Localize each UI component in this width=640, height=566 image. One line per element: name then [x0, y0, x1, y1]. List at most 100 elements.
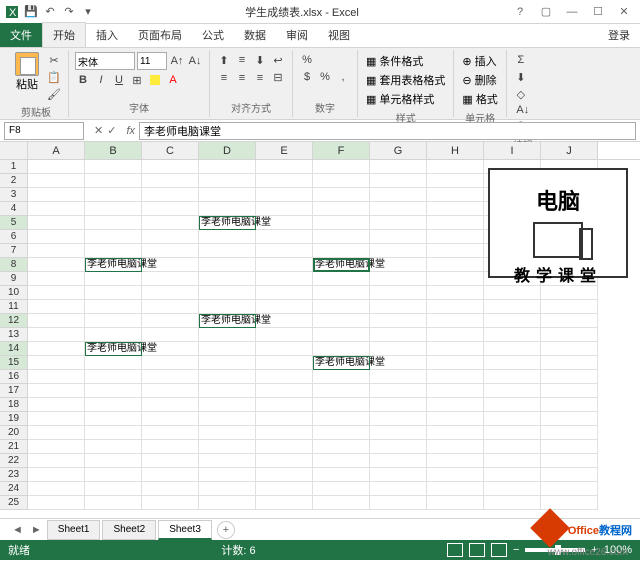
cell-D19[interactable]: [199, 412, 256, 426]
cell-I22[interactable]: [484, 454, 541, 468]
cell-C16[interactable]: [142, 370, 199, 384]
sheet-tab-Sheet3[interactable]: Sheet3: [158, 520, 212, 540]
tab-file[interactable]: 文件: [0, 23, 42, 47]
cell-F17[interactable]: [313, 384, 370, 398]
cell-D24[interactable]: [199, 482, 256, 496]
format-painter-icon[interactable]: 🖌: [46, 86, 62, 102]
cell-I3[interactable]: [484, 188, 541, 202]
maximize-icon[interactable]: ☐: [586, 3, 610, 21]
cell-D22[interactable]: [199, 454, 256, 468]
tab-data[interactable]: 数据: [234, 23, 276, 47]
cell-D6[interactable]: [199, 230, 256, 244]
cell-J23[interactable]: [541, 468, 598, 482]
cell-I19[interactable]: [484, 412, 541, 426]
cell-J11[interactable]: [541, 300, 598, 314]
sheet-tab-Sheet2[interactable]: Sheet2: [102, 520, 156, 540]
sheet-tab-Sheet1[interactable]: Sheet1: [47, 520, 101, 540]
cell-E3[interactable]: [256, 188, 313, 202]
column-header-A[interactable]: A: [28, 142, 85, 159]
cell-E5[interactable]: [256, 216, 313, 230]
cell-G12[interactable]: [370, 314, 427, 328]
tab-home[interactable]: 开始: [42, 22, 86, 47]
cell-C4[interactable]: [142, 202, 199, 216]
cell-A23[interactable]: [28, 468, 85, 482]
cell-I4[interactable]: [484, 202, 541, 216]
cell-H8[interactable]: [427, 258, 484, 272]
cell-F3[interactable]: [313, 188, 370, 202]
cell-J21[interactable]: [541, 440, 598, 454]
column-header-D[interactable]: D: [199, 142, 256, 159]
cell-F9[interactable]: [313, 272, 370, 286]
cell-B22[interactable]: [85, 454, 142, 468]
fill-color-button[interactable]: [147, 72, 163, 88]
cell-A3[interactable]: [28, 188, 85, 202]
cell-J18[interactable]: [541, 398, 598, 412]
tab-view[interactable]: 视图: [318, 23, 360, 47]
cell-F8[interactable]: 李老师电脑课堂: [313, 258, 370, 272]
cell-H12[interactable]: [427, 314, 484, 328]
cell-J17[interactable]: [541, 384, 598, 398]
ribbon-options-icon[interactable]: ▢: [534, 3, 558, 21]
row-header-13[interactable]: 13: [0, 328, 28, 342]
cell-J1[interactable]: [541, 160, 598, 174]
cell-A25[interactable]: [28, 496, 85, 510]
cell-D23[interactable]: [199, 468, 256, 482]
cell-E12[interactable]: [256, 314, 313, 328]
row-header-19[interactable]: 19: [0, 412, 28, 426]
align-left-icon[interactable]: ≡: [216, 70, 232, 86]
row-header-1[interactable]: 1: [0, 160, 28, 174]
row-header-9[interactable]: 9: [0, 272, 28, 286]
align-middle-icon[interactable]: ≡: [234, 52, 250, 68]
cell-H16[interactable]: [427, 370, 484, 384]
cell-D4[interactable]: [199, 202, 256, 216]
cell-G6[interactable]: [370, 230, 427, 244]
cell-F23[interactable]: [313, 468, 370, 482]
cell-B17[interactable]: [85, 384, 142, 398]
cell-J3[interactable]: [541, 188, 598, 202]
cell-I13[interactable]: [484, 328, 541, 342]
merge-icon[interactable]: ⊟: [270, 69, 286, 85]
cell-B18[interactable]: [85, 398, 142, 412]
cell-B9[interactable]: [85, 272, 142, 286]
cell-H7[interactable]: [427, 244, 484, 258]
close-icon[interactable]: ✕: [612, 3, 636, 21]
row-header-23[interactable]: 23: [0, 468, 28, 482]
cell-D16[interactable]: [199, 370, 256, 384]
cell-C1[interactable]: [142, 160, 199, 174]
cell-I23[interactable]: [484, 468, 541, 482]
table-format-button[interactable]: ▦套用表格格式: [364, 71, 447, 89]
sheet-nav-next-icon[interactable]: ►: [27, 524, 46, 536]
font-size-input[interactable]: [137, 52, 167, 70]
row-header-5[interactable]: 5: [0, 216, 28, 230]
cell-E10[interactable]: [256, 286, 313, 300]
cell-G7[interactable]: [370, 244, 427, 258]
cell-G15[interactable]: [370, 356, 427, 370]
cell-F5[interactable]: [313, 216, 370, 230]
cell-A7[interactable]: [28, 244, 85, 258]
cell-E18[interactable]: [256, 398, 313, 412]
zoom-in-button[interactable]: +: [591, 544, 597, 556]
cell-D5[interactable]: 李老师电脑课堂: [199, 216, 256, 230]
cell-C6[interactable]: [142, 230, 199, 244]
border-button[interactable]: ⊞: [129, 72, 145, 88]
row-header-10[interactable]: 10: [0, 286, 28, 300]
column-header-C[interactable]: C: [142, 142, 199, 159]
cell-B16[interactable]: [85, 370, 142, 384]
cell-J25[interactable]: [541, 496, 598, 510]
normal-view-button[interactable]: [447, 543, 463, 557]
align-bottom-icon[interactable]: ⬇: [252, 52, 268, 68]
cell-C23[interactable]: [142, 468, 199, 482]
cell-I16[interactable]: [484, 370, 541, 384]
cell-I6[interactable]: [484, 230, 541, 244]
wrap-text-icon[interactable]: ↩: [270, 52, 286, 68]
cell-E24[interactable]: [256, 482, 313, 496]
cell-F12[interactable]: [313, 314, 370, 328]
cell-F13[interactable]: [313, 328, 370, 342]
row-header-12[interactable]: 12: [0, 314, 28, 328]
cell-I21[interactable]: [484, 440, 541, 454]
number-format-dropdown[interactable]: %: [299, 52, 315, 68]
cell-C7[interactable]: [142, 244, 199, 258]
cell-E17[interactable]: [256, 384, 313, 398]
cell-I15[interactable]: [484, 356, 541, 370]
undo-icon[interactable]: ↶: [42, 4, 58, 20]
